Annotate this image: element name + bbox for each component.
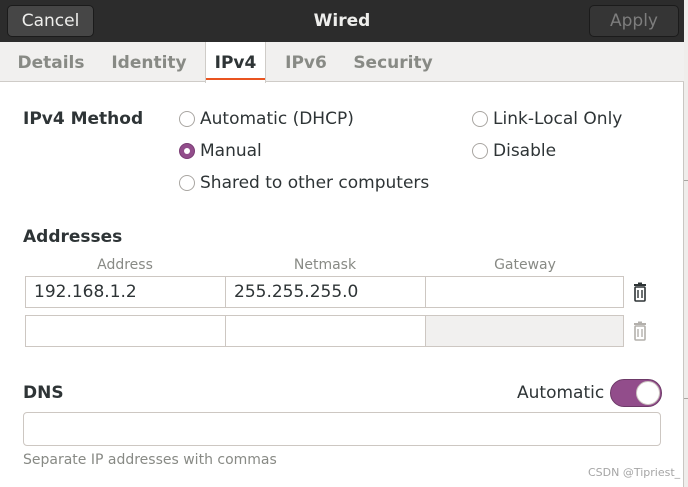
toggle-knob	[636, 381, 660, 405]
column-header-gateway: Gateway	[494, 257, 556, 273]
cancel-button[interactable]: Cancel	[7, 5, 94, 37]
dns-automatic-label: Automatic	[517, 383, 605, 403]
radio-label: Manual	[200, 141, 262, 161]
ipv4-method-label: IPv4 Method	[23, 109, 144, 129]
addresses-label: Addresses	[23, 227, 123, 247]
address-input[interactable]: 192.168.1.2	[25, 276, 226, 308]
header-bar: Cancel Wired Apply	[0, 0, 684, 42]
edge-line	[684, 398, 688, 399]
gateway-input[interactable]	[425, 315, 624, 347]
trash-icon[interactable]	[628, 320, 652, 344]
netmask-input[interactable]: 255.255.255.0	[225, 276, 426, 308]
radio-button-icon[interactable]	[472, 143, 488, 159]
radio-button-icon[interactable]	[179, 175, 195, 191]
radio-label: Link-Local Only	[493, 109, 623, 129]
dns-hint: Separate IP addresses with commas	[23, 452, 277, 468]
radio-button-icon[interactable]	[472, 111, 488, 127]
background-window-edge	[684, 0, 688, 487]
radio-manual[interactable]: Manual	[179, 139, 262, 163]
radio-label: Disable	[493, 141, 557, 161]
radio-link-local[interactable]: Link-Local Only	[472, 107, 622, 131]
trash-icon[interactable]	[628, 281, 652, 305]
dns-automatic-toggle[interactable]	[610, 379, 662, 407]
gateway-input[interactable]	[425, 276, 624, 308]
radio-automatic-dhcp[interactable]: Automatic (DHCP)	[179, 107, 354, 131]
tab-ipv4[interactable]: IPv4	[205, 42, 266, 83]
radio-button-icon[interactable]	[179, 111, 195, 127]
column-header-address: Address	[97, 257, 153, 273]
dialog-title: Wired	[313, 11, 371, 31]
tab-bar: Details Identity IPv4 IPv6 Security	[0, 42, 684, 83]
radio-label: Automatic (DHCP)	[200, 109, 354, 129]
tab-details[interactable]: Details	[10, 42, 92, 82]
dns-label: DNS	[23, 383, 64, 403]
radio-button-checked-icon[interactable]	[179, 143, 195, 159]
address-input[interactable]	[25, 315, 226, 347]
tab-ipv6[interactable]: IPv6	[277, 42, 335, 82]
watermark-text: CSDN @Tipriest_	[588, 466, 681, 479]
edge-line	[684, 180, 688, 181]
radio-shared[interactable]: Shared to other computers	[179, 171, 429, 195]
dns-input[interactable]	[23, 412, 661, 446]
apply-button[interactable]: Apply	[589, 5, 679, 37]
tab-security[interactable]: Security	[347, 42, 439, 82]
radio-disable[interactable]: Disable	[472, 139, 556, 163]
dialog-window: Cancel Wired Apply Details Identity IPv4…	[0, 0, 684, 487]
tab-identity[interactable]: Identity	[104, 42, 194, 82]
radio-label: Shared to other computers	[200, 173, 430, 193]
column-header-netmask: Netmask	[293, 257, 357, 273]
netmask-input[interactable]	[225, 315, 426, 347]
